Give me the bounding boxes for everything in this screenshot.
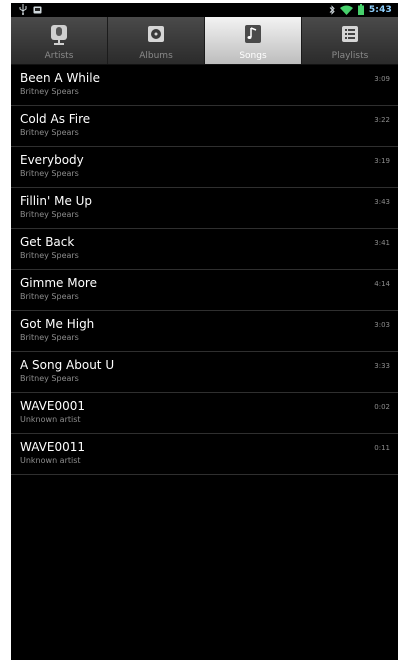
tab-label: Albums: [139, 51, 173, 61]
song-duration: 3:19: [374, 157, 390, 165]
song-artist: Britney Spears: [20, 292, 79, 301]
status-right-icons: 5:43: [329, 4, 392, 15]
song-list-item[interactable]: A Song About U Britney Spears 3:33: [11, 352, 398, 393]
status-clock: 5:43: [368, 4, 392, 15]
song-duration: 3:33: [374, 362, 390, 370]
tab-bar: Artists Albums Songs Playlists: [11, 17, 398, 65]
tab-label: Songs: [239, 51, 267, 61]
status-bar: 5:43: [11, 3, 398, 17]
song-title: Gimme More: [20, 276, 97, 290]
song-list-item[interactable]: WAVE0011 Unknown artist 0:11: [11, 434, 398, 475]
song-duration: 0:02: [374, 403, 390, 411]
battery-icon: [357, 4, 364, 15]
song-artist: Britney Spears: [20, 333, 79, 342]
song-duration: 3:41: [374, 239, 390, 247]
playlist-icon: [340, 23, 360, 49]
song-artist: Unknown artist: [20, 415, 81, 424]
tab-playlists[interactable]: Playlists: [302, 17, 398, 64]
album-icon: [146, 23, 166, 49]
notification-icon: [33, 5, 42, 14]
song-title: Get Back: [20, 235, 75, 249]
song-list-item[interactable]: Fillin' Me Up Britney Spears 3:43: [11, 188, 398, 229]
song-duration: 3:22: [374, 116, 390, 124]
song-list-item[interactable]: Get Back Britney Spears 3:41: [11, 229, 398, 270]
song-artist: Britney Spears: [20, 251, 79, 260]
song-title: A Song About U: [20, 358, 115, 372]
screen-corner-gap: [0, 649, 11, 660]
tab-albums[interactable]: Albums: [108, 17, 205, 64]
tab-songs[interactable]: Songs: [205, 17, 302, 64]
wifi-icon: [339, 5, 353, 15]
song-artist: Britney Spears: [20, 87, 79, 96]
usb-icon: [19, 4, 27, 15]
song-artist: Britney Spears: [20, 128, 79, 137]
song-artist: Britney Spears: [20, 374, 79, 383]
tab-label: Playlists: [331, 51, 369, 61]
song-artist: Britney Spears: [20, 169, 79, 178]
song-title: WAVE0011: [20, 440, 85, 454]
song-duration: 3:43: [374, 198, 390, 206]
song-duration: 3:09: [374, 75, 390, 83]
song-title: Everybody: [20, 153, 84, 167]
status-left-icons: [19, 4, 42, 15]
song-title: Fillin' Me Up: [20, 194, 93, 208]
song-duration: 4:14: [374, 280, 390, 288]
song-artist: Britney Spears: [20, 210, 79, 219]
tab-label: Artists: [44, 51, 74, 61]
microphone-icon: [49, 23, 69, 49]
song-duration: 0:11: [374, 444, 390, 452]
song-title: Been A While: [20, 71, 100, 85]
bluetooth-icon: [329, 4, 335, 15]
song-list-item[interactable]: Been A While Britney Spears 3:09: [11, 65, 398, 106]
song-list-item[interactable]: Everybody Britney Spears 3:19: [11, 147, 398, 188]
music-note-icon: [243, 23, 263, 49]
song-title: Cold As Fire: [20, 112, 91, 126]
song-list-item[interactable]: WAVE0001 Unknown artist 0:02: [11, 393, 398, 434]
song-duration: 3:03: [374, 321, 390, 329]
song-list-item[interactable]: Cold As Fire Britney Spears 3:22: [11, 106, 398, 147]
song-list-item[interactable]: Got Me High Britney Spears 3:03: [11, 311, 398, 352]
song-artist: Unknown artist: [20, 456, 81, 465]
song-list-item[interactable]: Gimme More Britney Spears 4:14: [11, 270, 398, 311]
music-app-screen: 5:43 Artists Albums Songs Playlists Been…: [11, 3, 398, 660]
song-list: Been A While Britney Spears 3:09 Cold As…: [11, 65, 398, 475]
song-title: Got Me High: [20, 317, 95, 331]
tab-artists[interactable]: Artists: [11, 17, 108, 64]
song-title: WAVE0001: [20, 399, 85, 413]
